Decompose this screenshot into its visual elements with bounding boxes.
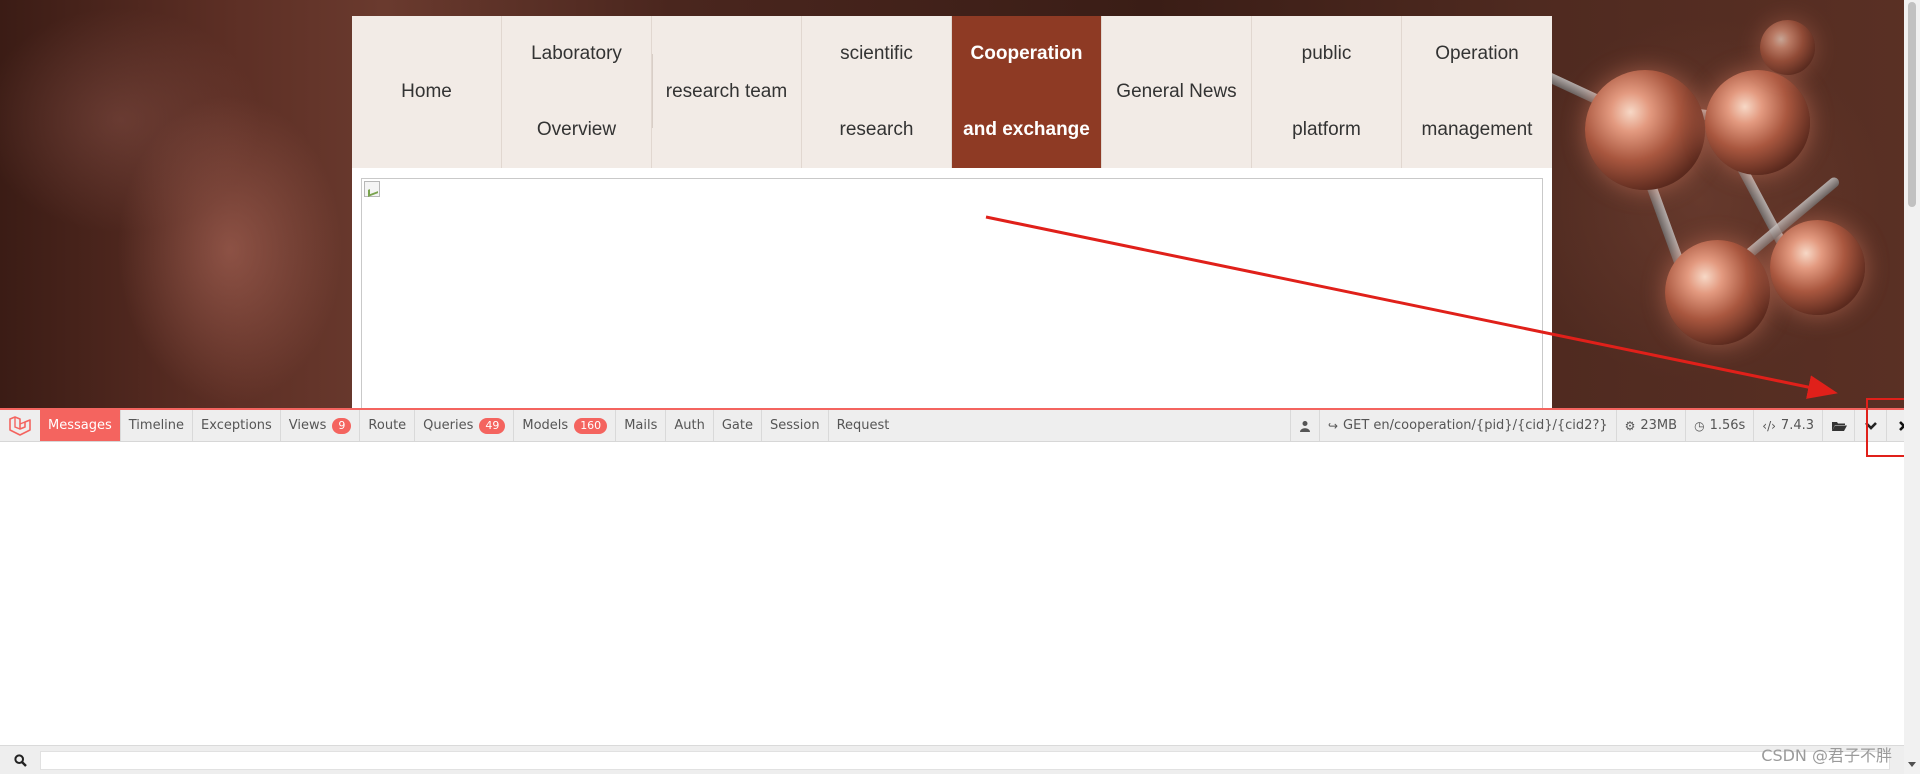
nav-label: Operation xyxy=(1435,43,1519,64)
cogs-icon: ⚙ xyxy=(1624,418,1636,433)
code-icon: ‹/› xyxy=(1762,418,1776,433)
nav-item-scientific-research[interactable]: scientific research xyxy=(802,16,952,168)
views-count-badge: 9 xyxy=(332,417,352,434)
tab-request[interactable]: Request xyxy=(829,410,898,441)
nav-item-general-news[interactable]: General News xyxy=(1102,16,1252,168)
tab-label: Mails xyxy=(624,418,658,433)
tab-label: Models xyxy=(522,418,569,433)
tab-label: Exceptions xyxy=(201,418,272,433)
php-version-meta[interactable]: ‹/› 7.4.3 xyxy=(1753,410,1822,441)
tab-session[interactable]: Session xyxy=(762,410,829,441)
nav-label: Home xyxy=(401,81,452,102)
user-meta[interactable] xyxy=(1289,410,1319,441)
nav-item-laboratory-overview[interactable]: Laboratory Overview xyxy=(502,16,652,168)
tab-mails[interactable]: Mails xyxy=(616,410,667,441)
tab-label: Messages xyxy=(48,418,112,433)
nav-item-research-team[interactable]: research team xyxy=(652,16,802,168)
nav-label: platform xyxy=(1292,119,1361,140)
nav-label: research team xyxy=(665,81,788,102)
queries-count-badge: 49 xyxy=(479,417,506,434)
user-icon xyxy=(1299,420,1310,432)
php-version-text: 7.4.3 xyxy=(1780,418,1814,433)
tab-label: Views xyxy=(288,418,327,433)
debugbar-search-bar xyxy=(0,745,1904,774)
nav-item-cooperation-exchange[interactable]: Cooperation and exchange xyxy=(952,16,1102,168)
minimize-button[interactable] xyxy=(1854,410,1886,441)
nav-label: Overview xyxy=(536,119,617,140)
debugbar-messages-panel xyxy=(0,442,1904,744)
tab-label: Auth xyxy=(674,418,705,433)
open-folder-button[interactable] xyxy=(1822,410,1854,441)
scroll-down-arrow-icon[interactable] xyxy=(1908,762,1916,767)
route-meta[interactable]: ↪ GET en/cooperation/{pid}/{cid}/{cid2?} xyxy=(1318,410,1616,441)
main-nav: Home Laboratory Overview research team s… xyxy=(352,16,1552,168)
tab-exceptions[interactable]: Exceptions xyxy=(193,410,281,441)
laravel-logo-icon[interactable] xyxy=(0,410,40,441)
search-icon xyxy=(0,753,40,767)
chevron-down-icon xyxy=(1864,421,1877,430)
broken-banner-image xyxy=(361,178,1543,428)
tab-models[interactable]: Models 160 xyxy=(514,410,617,441)
page-scrollbar[interactable] xyxy=(1904,0,1920,774)
memory-meta[interactable]: ⚙ 23MB xyxy=(1615,410,1685,441)
models-count-badge: 160 xyxy=(574,417,608,434)
time-text: 1.56s xyxy=(1709,418,1746,433)
watermark: CSDN @君子不胖 xyxy=(1761,746,1892,765)
time-meta[interactable]: ◷ 1.56s xyxy=(1685,410,1753,441)
clock-icon: ◷ xyxy=(1694,418,1705,433)
nav-item-operation-management[interactable]: Operation management xyxy=(1402,16,1552,168)
debugbar-meta: ↪ GET en/cooperation/{pid}/{cid}/{cid2?}… xyxy=(1289,410,1920,441)
scrollbar-thumb[interactable] xyxy=(1908,2,1916,207)
nav-label: General News xyxy=(1116,81,1237,102)
tab-auth[interactable]: Auth xyxy=(666,410,714,441)
nav-label: research xyxy=(839,119,914,140)
tab-label: Gate xyxy=(721,418,753,433)
folder-open-icon xyxy=(1831,421,1847,431)
nav-label: management xyxy=(1421,119,1533,140)
tab-queries[interactable]: Queries 49 xyxy=(415,410,515,441)
search-input[interactable] xyxy=(40,750,1890,770)
browser-page: Home Laboratory Overview research team s… xyxy=(0,0,1920,774)
route-text: GET en/cooperation/{pid}/{cid}/{cid2?} xyxy=(1343,418,1608,433)
nav-label: Laboratory xyxy=(531,43,622,64)
tab-messages[interactable]: Messages xyxy=(40,410,121,441)
tab-gate[interactable]: Gate xyxy=(714,410,762,441)
debugbar: Messages Timeline Exceptions Views 9 Rou… xyxy=(0,408,1920,442)
nav-item-home[interactable]: Home xyxy=(352,16,502,168)
nav-label: public xyxy=(1301,43,1352,64)
share-icon: ↪ xyxy=(1327,418,1339,433)
nav-label: scientific xyxy=(840,43,913,64)
tab-label: Timeline xyxy=(128,418,185,433)
tab-views[interactable]: Views 9 xyxy=(281,410,361,441)
tab-label: Session xyxy=(769,418,820,433)
memory-text: 23MB xyxy=(1640,418,1678,433)
tab-label: Queries xyxy=(423,418,474,433)
tab-timeline[interactable]: Timeline xyxy=(121,410,194,441)
broken-image-icon xyxy=(364,181,380,197)
nav-item-public-platform[interactable]: public platform xyxy=(1252,16,1402,168)
tab-label: Request xyxy=(836,418,890,433)
nav-label: and exchange xyxy=(963,119,1090,140)
nav-label: Cooperation xyxy=(970,43,1083,64)
nav-divider xyxy=(652,54,653,128)
tab-label: Route xyxy=(368,418,407,433)
tab-route[interactable]: Route xyxy=(360,410,416,441)
